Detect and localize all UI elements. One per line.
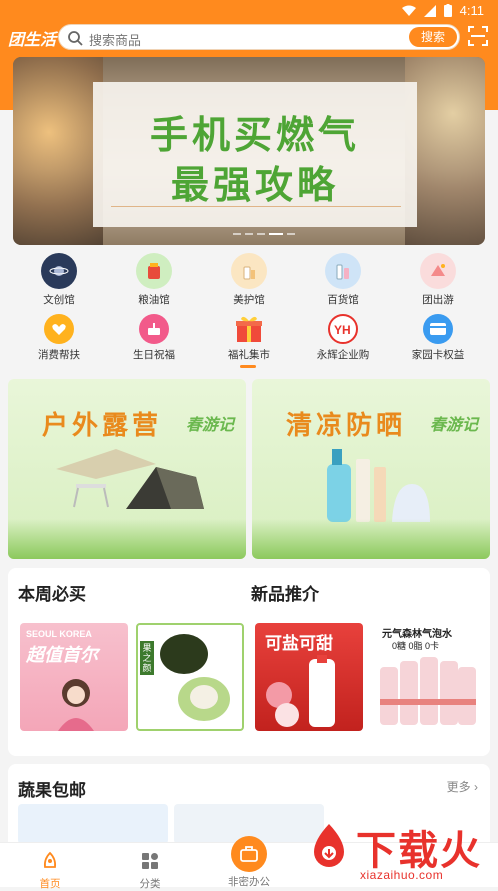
- recommend-section: 本周必买 新品推介 SEOUL KOREA 超值首尔 果之颜 可盐可甜 元气森林…: [8, 568, 490, 756]
- weekly-title[interactable]: 本周必买: [18, 580, 86, 605]
- heart-hands-icon: [44, 314, 74, 344]
- battery-icon: [443, 4, 452, 17]
- category-baihuo[interactable]: 百货馆: [298, 253, 388, 307]
- search-input[interactable]: 搜索商品: [89, 30, 141, 49]
- app-logo: 团生活: [8, 32, 57, 49]
- banner-board: 手机买燃气 最强攻略: [93, 82, 417, 227]
- category-label: 美护馆: [233, 294, 265, 306]
- lychee-bottle-illustration: [266, 655, 335, 727]
- scan-icon[interactable]: [468, 26, 488, 46]
- cosmetics-icon: [231, 253, 267, 289]
- wifi-icon: [401, 5, 416, 16]
- search-icon: [68, 31, 83, 46]
- top-bar: 团生活 搜索商品 搜索: [0, 22, 498, 52]
- fruit-item[interactable]: [18, 804, 168, 844]
- gift-icon: [234, 314, 264, 344]
- category-jiayuanka[interactable]: 家园卡权益: [393, 311, 483, 362]
- more-label: 更多: [446, 780, 471, 794]
- tab-home[interactable]: 首页: [10, 851, 90, 891]
- category-page-indicator: [240, 365, 256, 368]
- search-bar[interactable]: 搜索商品 搜索: [58, 24, 460, 50]
- category-wenchuang[interactable]: 文创馆: [14, 253, 104, 307]
- travel-icon: [420, 253, 456, 289]
- tab-label: 首页: [39, 878, 61, 890]
- sunscreen-products-illustration: [327, 449, 430, 522]
- product-tag: 果之颜: [140, 641, 154, 675]
- cake-icon: [139, 314, 169, 344]
- product-subline: 0糖 0脂 0卡: [392, 641, 440, 651]
- bottles-illustration: [380, 657, 476, 725]
- watermark-flame-icon: [314, 824, 344, 867]
- planet-icon: [41, 253, 77, 289]
- product-headline: 可盐可甜: [265, 634, 333, 653]
- card-icon: [423, 314, 453, 344]
- clock: 4:11: [459, 3, 484, 18]
- category-meihu[interactable]: 美护馆: [204, 253, 294, 307]
- category-label: 文创馆: [43, 294, 75, 306]
- banner-line2: 最强攻略: [170, 163, 339, 207]
- anime-girl-illustration: [58, 679, 94, 731]
- seoul-korea-product[interactable]: SEOUL KOREA 超值首尔: [20, 623, 128, 731]
- home-icon: [43, 851, 57, 868]
- tab-category[interactable]: 分类: [110, 851, 190, 891]
- lychee-drink-product[interactable]: 可盐可甜: [255, 623, 363, 731]
- promo-grass: [8, 519, 246, 559]
- fruit-title: 蔬果包邮: [18, 781, 86, 800]
- product-tag: SEOUL KOREA: [26, 629, 92, 639]
- category-label: 团出游: [422, 294, 454, 306]
- category-label: 生日祝福: [133, 349, 175, 361]
- new-arrivals-title[interactable]: 新品推介: [251, 580, 319, 605]
- category-label: 福礼集市: [228, 349, 270, 361]
- promo-brand: 春游记: [185, 417, 234, 434]
- sparkling-water-product[interactable]: 元气森林气泡水 0糖 0脂 0卡: [372, 623, 480, 731]
- status-bar: 4:11: [0, 0, 498, 22]
- mochi-illustration: [160, 634, 230, 721]
- more-link[interactable]: 更多 ›: [447, 778, 478, 795]
- banner-left-bokeh: [13, 57, 103, 245]
- product-headline: 超值首尔: [26, 645, 98, 665]
- promo-card-sunscreen[interactable]: 清凉防晒 春游记: [252, 379, 490, 559]
- product-headline: 元气森林气泡水: [382, 629, 452, 640]
- category-yonghuiqiyegou[interactable]: YH 永辉企业购: [298, 311, 388, 362]
- category-tuanchuyou[interactable]: 团出游: [393, 253, 483, 307]
- briefcase-icon: [240, 846, 258, 862]
- banner-underline: [111, 206, 401, 207]
- bottles-icon: [325, 253, 361, 289]
- signal-icon: [423, 4, 436, 17]
- tent-illustration: [56, 449, 204, 509]
- yh-logo-icon: YH: [328, 314, 358, 344]
- category-label: 百货馆: [327, 294, 359, 306]
- promo-brand: 春游记: [429, 417, 478, 434]
- category-shengrizhufu[interactable]: 生日祝福: [109, 311, 199, 362]
- mochi-product[interactable]: 果之颜: [136, 623, 244, 731]
- banner-line1: 手机买燃气: [149, 113, 360, 157]
- grocery-icon: [136, 253, 172, 289]
- category-fulijishi[interactable]: 福礼集市: [204, 311, 294, 362]
- promo-grass: [252, 519, 490, 559]
- promo-card-camping[interactable]: 户外露营 春游记: [8, 379, 246, 559]
- category-label: 消费帮扶: [38, 349, 80, 361]
- promo-title: 清凉防晒: [286, 411, 407, 441]
- banner-pagination: [233, 233, 295, 235]
- watermark: 下载火 xiazaihuo.com: [300, 816, 498, 887]
- watermark-url: xiazaihuo.com: [360, 868, 444, 882]
- banner-right-bokeh: [405, 57, 485, 245]
- category-xiaofeibangfu[interactable]: 消费帮扶: [14, 311, 104, 362]
- category-label: 家园卡权益: [411, 349, 465, 361]
- promo-title: 户外露营: [42, 411, 163, 441]
- office-center-button[interactable]: [231, 836, 267, 872]
- category-label: 永辉企业购: [316, 349, 370, 361]
- promo-banner[interactable]: 手机买燃气 最强攻略: [13, 57, 485, 245]
- svg-text:YH: YH: [334, 323, 351, 336]
- tab-label: 分类: [139, 878, 161, 890]
- category-icon: [142, 853, 158, 869]
- category-liangyou[interactable]: 粮油馆: [109, 253, 199, 307]
- search-button[interactable]: 搜索: [409, 27, 457, 47]
- category-label: 粮油馆: [138, 294, 170, 306]
